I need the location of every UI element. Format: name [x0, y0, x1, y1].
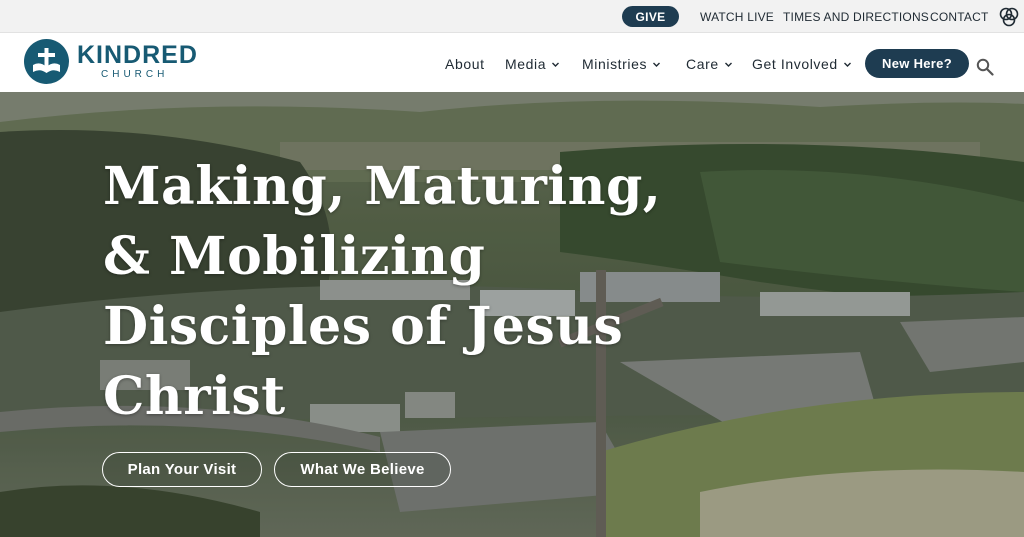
nav-media[interactable]: Media: [505, 56, 560, 72]
nav-media-label: Media: [505, 56, 547, 72]
what-we-believe-button[interactable]: What We Believe: [274, 452, 451, 487]
chevron-down-icon: [843, 62, 851, 67]
nav-get-involved-label: Get Involved: [752, 56, 838, 72]
watch-live-link[interactable]: WATCH LIVE: [700, 10, 774, 24]
hero-section: Making, Maturing, & Mobilizing Disciples…: [0, 92, 1024, 537]
logo-sub: CHURCH: [101, 69, 169, 80]
times-and-directions-link[interactable]: TIMES AND DIRECTIONS: [783, 10, 929, 24]
contact-link[interactable]: CONTACT: [930, 10, 989, 24]
nav-ministries-label: Ministries: [582, 56, 648, 72]
main-header: KINDRED CHURCH About Media Ministries Ca…: [0, 33, 1024, 92]
nav-get-involved[interactable]: Get Involved: [752, 56, 852, 72]
nav-care-label: Care: [686, 56, 719, 72]
utility-bar: GIVE WATCH LIVE TIMES AND DIRECTIONS CON…: [0, 0, 1024, 33]
hero-title: Making, Maturing, & Mobilizing Disciples…: [103, 156, 662, 427]
chevron-down-icon: [552, 62, 560, 67]
nav-about[interactable]: About: [445, 56, 485, 72]
chevron-down-icon: [724, 62, 732, 67]
chevron-down-icon: [653, 62, 661, 67]
logo[interactable]: KINDRED CHURCH: [24, 39, 204, 85]
nav-about-label: About: [445, 56, 485, 72]
plan-your-visit-button[interactable]: Plan Your Visit: [102, 452, 262, 487]
cross-book-icon: [24, 39, 69, 84]
logo-word: KINDRED: [77, 41, 198, 69]
circles-icon[interactable]: [998, 7, 1020, 27]
give-button[interactable]: GIVE: [622, 6, 679, 27]
nav-care[interactable]: Care: [686, 56, 733, 72]
nav-ministries[interactable]: Ministries: [582, 56, 661, 72]
new-here-button[interactable]: New Here?: [865, 49, 969, 78]
search-icon[interactable]: [976, 58, 994, 76]
